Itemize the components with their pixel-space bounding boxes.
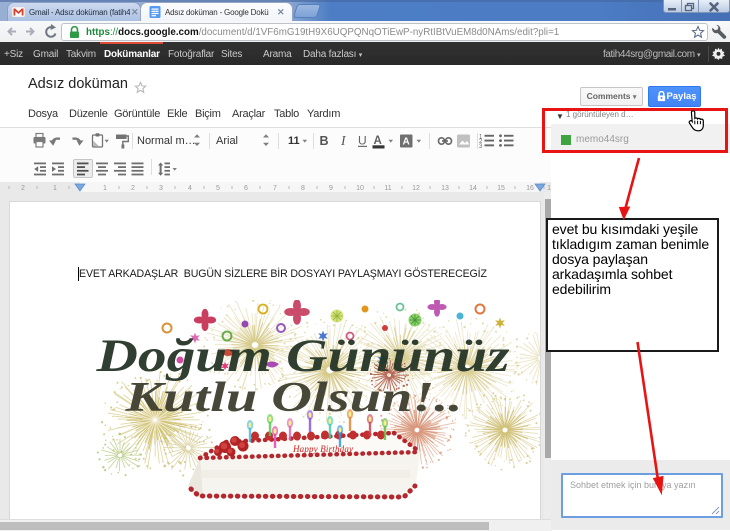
svg-text:13: 13 <box>441 185 449 192</box>
svg-text:2: 2 <box>131 185 135 192</box>
svg-text:Happy Birthday: Happy Birthday <box>292 444 353 454</box>
svg-text:11: 11 <box>384 185 391 192</box>
svg-text:I: I <box>340 133 347 148</box>
svg-text:5: 5 <box>216 185 220 192</box>
svg-text:U: U <box>358 134 367 148</box>
svg-text:Kutlu Olsun!..: Kutlu Olsun!.. <box>124 375 462 421</box>
svg-text:3: 3 <box>159 185 163 192</box>
svg-text:6: 6 <box>244 185 248 192</box>
svg-text:2: 2 <box>21 185 25 192</box>
svg-text:14: 14 <box>469 185 477 192</box>
svg-text:15: 15 <box>497 185 505 192</box>
svg-text:1: 1 <box>53 185 57 192</box>
svg-text:1: 1 <box>103 185 107 192</box>
svg-text:A: A <box>403 137 410 148</box>
svg-text:A: A <box>374 135 382 147</box>
svg-text:B: B <box>320 134 329 148</box>
svg-text:16: 16 <box>526 185 534 192</box>
svg-text:9: 9 <box>329 185 333 192</box>
svg-text:3: 3 <box>479 144 483 150</box>
svg-text:12: 12 <box>412 185 420 192</box>
svg-text:10: 10 <box>356 185 364 192</box>
svg-text:4: 4 <box>188 185 192 192</box>
svg-text:8: 8 <box>301 185 305 192</box>
svg-text:7: 7 <box>273 185 277 192</box>
